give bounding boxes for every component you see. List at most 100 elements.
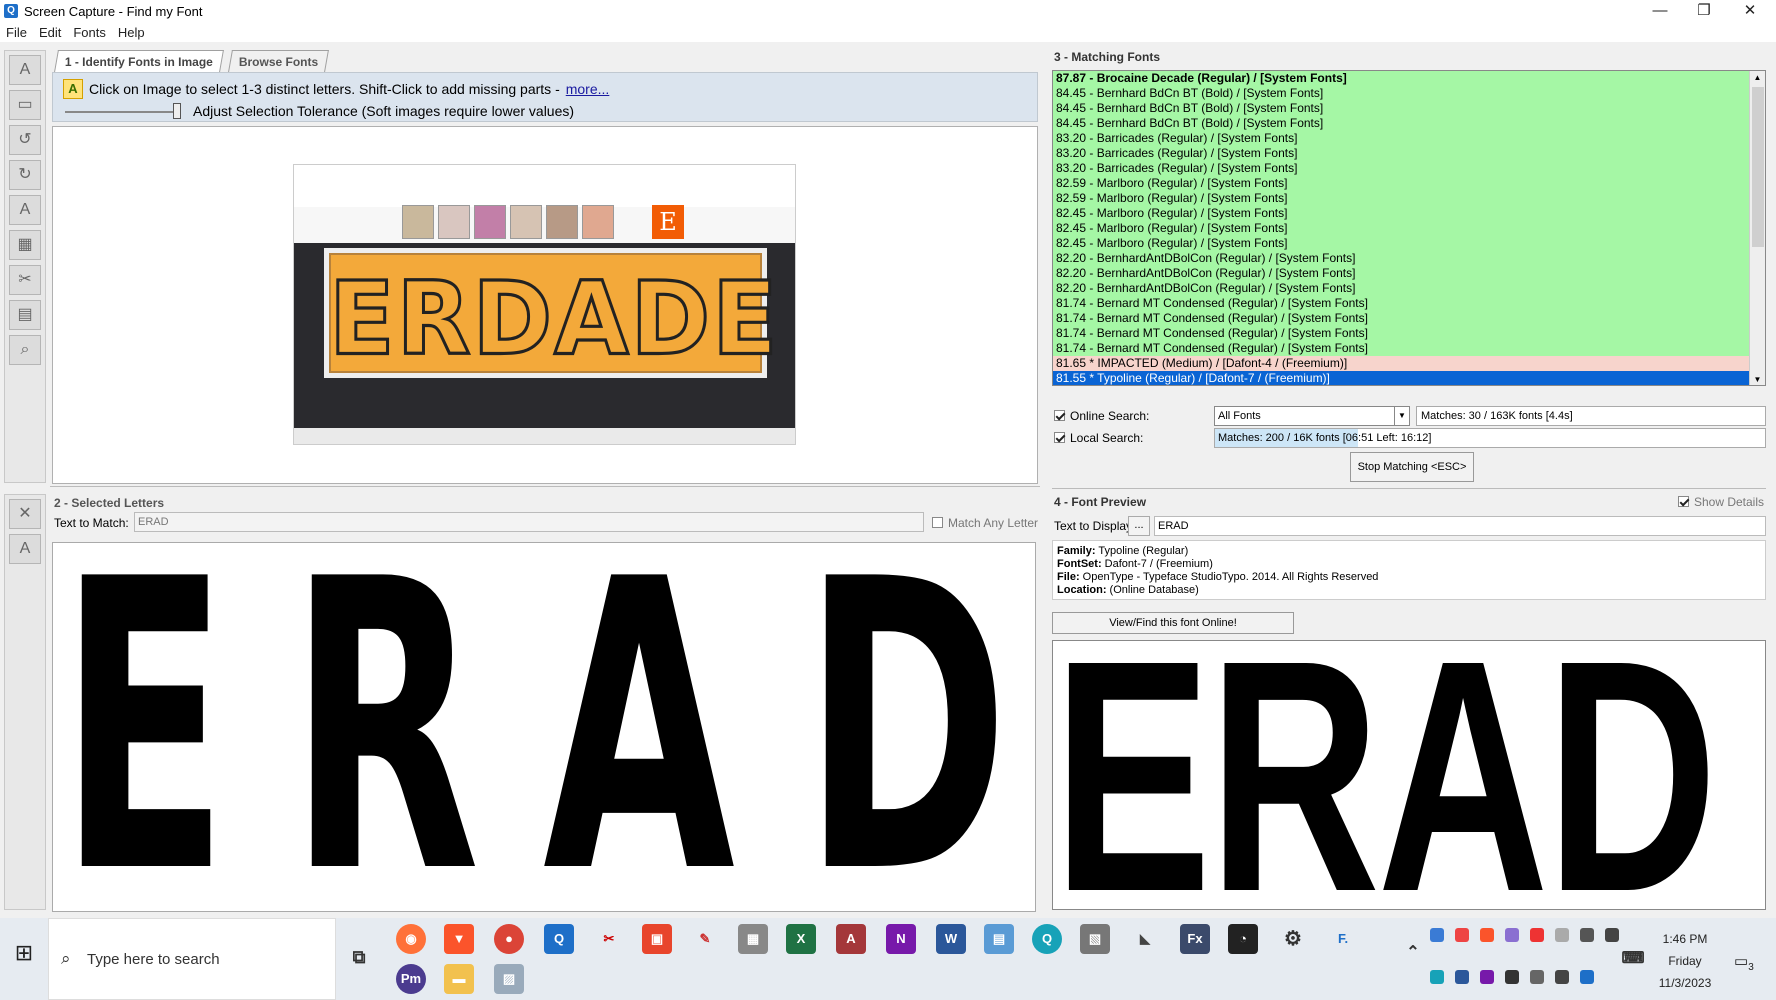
checkbox-icon[interactable] bbox=[1054, 410, 1065, 421]
tray-icon[interactable] bbox=[1580, 970, 1594, 984]
screenshot-icon[interactable]: ▧ bbox=[1080, 924, 1110, 954]
letter-tool-icon[interactable]: A bbox=[9, 534, 41, 564]
font-match-row[interactable]: 81.74 - Bernard MT Condensed (Regular) /… bbox=[1053, 311, 1765, 326]
excel-icon[interactable]: X bbox=[786, 924, 816, 954]
image-adjust-icon[interactable]: ▤ bbox=[9, 300, 41, 330]
scissors-icon[interactable]: ✂ bbox=[9, 265, 41, 295]
image-viewer-icon[interactable]: ▨ bbox=[494, 964, 524, 994]
onenote-icon[interactable]: N bbox=[886, 924, 916, 954]
speedometer-icon[interactable]: ◔ bbox=[1228, 924, 1258, 954]
tray-icon[interactable] bbox=[1455, 928, 1469, 942]
font-match-row[interactable]: 83.20 - Barricades (Regular) / [System F… bbox=[1053, 146, 1765, 161]
checkbox-icon[interactable] bbox=[1677, 496, 1689, 507]
font-match-row[interactable]: 82.20 - BernhardAntDBolCon (Regular) / [… bbox=[1053, 266, 1765, 281]
minimize-button[interactable]: — bbox=[1638, 0, 1682, 22]
view-font-online-button[interactable]: View/Find this font Online! bbox=[1052, 612, 1294, 634]
photos-icon[interactable]: ▤ bbox=[984, 924, 1014, 954]
f-app-icon[interactable]: F. bbox=[1328, 924, 1358, 954]
tray-icon[interactable] bbox=[1505, 928, 1519, 942]
calculator-icon[interactable]: ▦ bbox=[738, 924, 768, 954]
task-view-icon[interactable]: ⧉ bbox=[344, 942, 374, 972]
font-match-row[interactable]: 82.20 - BernhardAntDBolCon (Regular) / [… bbox=[1053, 251, 1765, 266]
checkbox-icon[interactable] bbox=[1054, 432, 1065, 443]
maximize-button[interactable]: ❐ bbox=[1682, 0, 1726, 22]
font-match-row[interactable]: 81.55 * Typoline (Regular) / [Dafont-7 /… bbox=[1053, 371, 1765, 385]
font-match-row[interactable]: 84.45 - Bernhard BdCn BT (Bold) / [Syste… bbox=[1053, 86, 1765, 101]
font-match-row[interactable]: 82.59 - Marlboro (Regular) / [System Fon… bbox=[1053, 176, 1765, 191]
capture-icon[interactable]: ▭ bbox=[9, 90, 41, 120]
captured-image[interactable]: E ERDADE bbox=[293, 164, 796, 445]
tray-icon[interactable] bbox=[1480, 928, 1494, 942]
selected-letter[interactable]: D bbox=[803, 543, 1009, 911]
show-hidden-icons[interactable]: ⌃ bbox=[1398, 938, 1428, 968]
menu-help[interactable]: Help bbox=[118, 25, 145, 40]
tab-identify[interactable]: 1 - Identify Fonts in Image bbox=[54, 50, 224, 72]
chrome-icon[interactable]: ● bbox=[494, 924, 524, 954]
online-search-select[interactable]: All Fonts ▼ bbox=[1214, 406, 1410, 426]
settings-gear-icon[interactable]: ⚙ bbox=[1278, 924, 1308, 954]
zoom-icon[interactable]: ⌕ bbox=[9, 335, 41, 365]
chevron-down-icon[interactable]: ▼ bbox=[1394, 407, 1409, 425]
font-match-row[interactable]: 82.59 - Marlboro (Regular) / [System Fon… bbox=[1053, 191, 1765, 206]
notification-icon[interactable]: ▭3 bbox=[1734, 952, 1754, 973]
tray-icon[interactable] bbox=[1480, 970, 1494, 984]
font-match-row[interactable]: 87.87 - Brocaine Decade (Regular) / [Sys… bbox=[1053, 71, 1765, 86]
match-any-letter-checkbox[interactable]: Match Any Letter bbox=[932, 516, 1038, 530]
menu-file[interactable]: File bbox=[6, 25, 27, 40]
menu-fonts[interactable]: Fonts bbox=[73, 25, 106, 40]
tray-icon[interactable] bbox=[1430, 928, 1444, 942]
matching-fonts-list[interactable]: 87.87 - Brocaine Decade (Regular) / [Sys… bbox=[1052, 70, 1766, 386]
tray-icon[interactable] bbox=[1580, 928, 1594, 942]
taskbar-search[interactable]: ⌕ Type here to search bbox=[48, 918, 336, 1000]
menu-edit[interactable]: Edit bbox=[39, 25, 61, 40]
selected-letters-canvas[interactable]: E R A D bbox=[52, 542, 1036, 912]
select-letter-icon[interactable]: A bbox=[9, 195, 41, 225]
speaker-icon[interactable] bbox=[1530, 970, 1544, 984]
show-details-checkbox[interactable]: Show Details bbox=[1677, 495, 1764, 509]
network-icon[interactable] bbox=[1555, 970, 1569, 984]
paint-icon[interactable]: ✎ bbox=[690, 924, 720, 954]
scroll-up-icon[interactable]: ▲ bbox=[1750, 71, 1765, 85]
tray-icon[interactable] bbox=[1455, 970, 1469, 984]
text-tool-icon[interactable]: A bbox=[9, 55, 41, 85]
app-icon-red[interactable]: ▣ bbox=[642, 924, 672, 954]
divider[interactable] bbox=[50, 486, 1040, 487]
local-search-checkbox[interactable]: Local Search: bbox=[1054, 431, 1143, 445]
font-match-row[interactable]: 81.74 - Bernard MT Condensed (Regular) /… bbox=[1053, 326, 1765, 341]
list-scrollbar[interactable]: ▲ ▼ bbox=[1749, 71, 1765, 385]
image-tool-icon[interactable]: ▦ bbox=[9, 230, 41, 260]
tray-icon[interactable] bbox=[1530, 928, 1544, 942]
font-match-row[interactable]: 81.65 * IMPACTED (Medium) / [Dafont-4 / … bbox=[1053, 356, 1765, 371]
scroll-thumb[interactable] bbox=[1752, 87, 1764, 247]
tolerance-slider-thumb[interactable] bbox=[173, 103, 181, 119]
tray-icon[interactable] bbox=[1430, 970, 1444, 984]
selected-letter[interactable]: R bbox=[289, 543, 480, 911]
clear-letters-icon[interactable]: ✕ bbox=[9, 499, 41, 529]
tool-icon[interactable]: ✂ bbox=[594, 924, 624, 954]
online-search-checkbox[interactable]: Online Search: bbox=[1054, 409, 1149, 423]
font-match-row[interactable]: 83.20 - Barricades (Regular) / [System F… bbox=[1053, 161, 1765, 176]
scroll-down-icon[interactable]: ▼ bbox=[1750, 373, 1765, 385]
tray-icon[interactable] bbox=[1555, 928, 1569, 942]
access-icon[interactable]: A bbox=[836, 924, 866, 954]
selected-letter[interactable]: A bbox=[543, 543, 735, 911]
windows-start-icon[interactable]: ⊞ bbox=[8, 940, 40, 972]
volume-icon[interactable] bbox=[1605, 928, 1619, 942]
text-options-button[interactable]: ... bbox=[1128, 516, 1150, 536]
fx-icon[interactable]: Fx bbox=[1180, 924, 1210, 954]
font-match-row[interactable]: 84.45 - Bernhard BdCn BT (Bold) / [Syste… bbox=[1053, 116, 1765, 131]
file-explorer-icon[interactable]: ▬ bbox=[444, 964, 474, 994]
font-match-row[interactable]: 82.20 - BernhardAntDBolCon (Regular) / [… bbox=[1053, 281, 1765, 296]
selected-letter[interactable]: E bbox=[59, 543, 228, 911]
search-app-icon[interactable]: Q bbox=[1032, 924, 1062, 954]
more-link[interactable]: more... bbox=[566, 81, 610, 97]
tray-icon[interactable] bbox=[1505, 970, 1519, 984]
font-match-row[interactable]: 82.45 - Marlboro (Regular) / [System Fon… bbox=[1053, 206, 1765, 221]
gimp-icon[interactable]: ◣ bbox=[1130, 924, 1160, 954]
checkbox-icon[interactable] bbox=[932, 517, 943, 528]
text-to-display-input[interactable]: ERAD bbox=[1154, 516, 1766, 536]
close-button[interactable]: ✕ bbox=[1728, 0, 1772, 22]
font-match-row[interactable]: 82.45 - Marlboro (Regular) / [System Fon… bbox=[1053, 221, 1765, 236]
divider[interactable] bbox=[1052, 488, 1766, 489]
pm-icon[interactable]: Pm bbox=[396, 964, 426, 994]
